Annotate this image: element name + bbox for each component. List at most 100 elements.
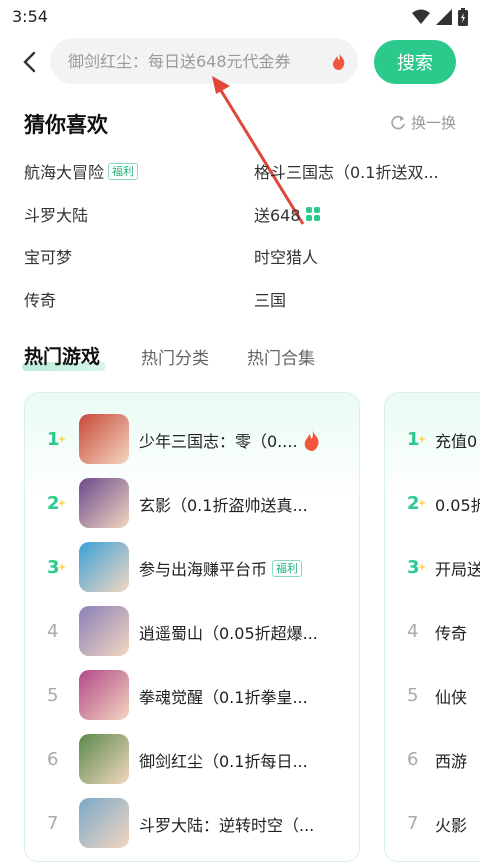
status-icons (412, 8, 468, 26)
game-name: 开局送 (435, 556, 480, 580)
ranking-row[interactable]: 20.05折 (385, 471, 480, 535)
rank-number: 7 (407, 813, 419, 834)
chevron-left-icon (23, 51, 36, 73)
rank-number: 7 (47, 813, 59, 834)
game-name: 充值0 (435, 428, 477, 452)
ranking-card-secondary: 1充值020.05折3开局送 4 传奇 5 仙侠 6 西游 7 火影 (384, 392, 480, 862)
rank-number: 6 (407, 749, 419, 770)
game-icon (79, 542, 129, 592)
guess-item-label: 三国 (254, 291, 287, 310)
game-name: 0.05折 (435, 492, 480, 516)
ranking-row[interactable]: 7 火影 (385, 791, 480, 855)
ranking-row[interactable]: 3 开局送 (385, 535, 480, 599)
guess-item[interactable]: 宝可梦 (24, 244, 72, 268)
guess-item[interactable]: 斗罗大陆 (24, 202, 88, 226)
battery-icon (458, 8, 468, 26)
back-button[interactable] (14, 46, 46, 78)
game-name-text: 斗罗大陆：逆转时空（... (139, 816, 315, 835)
sparkle-icon (418, 499, 426, 507)
game-icon (79, 414, 129, 464)
game-icon (79, 670, 129, 720)
guess-item-label: 时空猎人 (254, 248, 319, 267)
rank-number: 6 (47, 749, 59, 770)
ranking-row[interactable]: 3 参与出海赚平台币 福利 (25, 535, 359, 599)
guess-item-label: 航海大冒险 (24, 163, 105, 182)
ranking-row[interactable]: 6 御剑红尘（0.1折每日... (25, 727, 359, 791)
sparkle-icon (418, 563, 426, 571)
game-name: 仙侠 (435, 684, 467, 708)
ranking-row[interactable]: 1 充值0 (385, 407, 480, 471)
search-button[interactable]: 搜索 (374, 40, 456, 84)
guess-item-label: 送648 (254, 206, 301, 225)
fire-icon (304, 429, 319, 451)
ranking-row[interactable]: 4 传奇 (385, 599, 480, 663)
game-name-text: 充值0 (435, 432, 478, 451)
game-name-text: 西游 (435, 752, 468, 771)
wifi-icon (412, 9, 430, 24)
game-name: 玄影（0.1折盗帅送真... (139, 492, 308, 516)
game-name: 西游 (435, 748, 467, 772)
signal-icon (436, 9, 452, 25)
game-name: 参与出海赚平台币 福利 (139, 556, 303, 580)
sparkle-icon (418, 435, 426, 443)
ranking-row[interactable]: 1 少年三国志：零（0.... (25, 407, 359, 471)
game-name: 传奇 (435, 620, 467, 644)
ranking-row[interactable]: 4 逍遥蜀山（0.05折超爆... (25, 599, 359, 663)
game-name-text: 参与出海赚平台币 (139, 560, 268, 579)
welfare-badge: 福利 (108, 162, 139, 180)
fire-icon (333, 52, 345, 70)
game-name: 御剑红尘（0.1折每日... (139, 748, 308, 772)
ranking-row[interactable]: 2 玄影（0.1折盗帅送真... (25, 471, 359, 535)
game-name-text: 仙侠 (435, 688, 468, 707)
guess-item[interactable]: 送648 (254, 202, 321, 226)
game-name: 斗罗大陆：逆转时空（... (139, 812, 314, 836)
guess-item-label: 传奇 (24, 291, 57, 310)
tab-hot-games[interactable]: 热门游戏 (24, 342, 100, 369)
game-name-text: 火影 (435, 816, 468, 835)
game-icon (79, 734, 129, 784)
guess-item[interactable]: 时空猎人 (254, 244, 318, 268)
game-name: 逍遥蜀山（0.05折超爆... (139, 620, 318, 644)
rank-number: 5 (47, 685, 59, 706)
ranking-row[interactable]: 5 拳魂觉醒（0.1折拳皇... (25, 663, 359, 727)
game-name-text: 少年三国志：零（0.... (139, 432, 298, 451)
ranking-card-main: 1 少年三国志：零（0.... 2 玄影（0.1折盗帅送真... 3 参与出海赚平台币 福利… (24, 392, 360, 862)
tab-hot-categories[interactable]: 热门分类 (141, 344, 209, 369)
sparkle-icon (58, 435, 66, 443)
refresh-button[interactable]: 换一换 (390, 112, 456, 133)
guess-item[interactable]: 三国 (254, 287, 286, 311)
rank-number: 5 (407, 685, 419, 706)
guess-item-label: 斗罗大陆 (24, 206, 89, 225)
ranking-row[interactable]: 7 斗罗大陆：逆转时空（... (25, 791, 359, 855)
status-bar: 3:54 (0, 0, 480, 34)
clover-icon (305, 207, 320, 221)
guess-item[interactable]: 传奇 (24, 287, 56, 311)
refresh-icon (391, 115, 405, 129)
guess-item[interactable]: 航海大冒险 福利 (24, 159, 139, 183)
welfare-badge: 福利 (272, 559, 303, 577)
game-name: 拳魂觉醒（0.1折拳皇... (139, 684, 308, 708)
status-time: 3:54 (12, 7, 48, 26)
game-icon (79, 798, 129, 848)
game-name: 少年三国志：零（0.... (139, 428, 321, 452)
guess-title: 猜你喜欢 (24, 113, 108, 137)
sparkle-icon (58, 499, 66, 507)
refresh-label: 换一换 (410, 114, 456, 132)
rank-number: 4 (47, 621, 59, 642)
rank-number: 4 (407, 621, 419, 642)
search-input[interactable] (68, 51, 330, 71)
guess-item-label: 格斗三国志（0.1折送双... (254, 163, 439, 182)
game-name-text: 逍遥蜀山（0.05折超爆... (139, 624, 318, 643)
game-name-text: 传奇 (435, 624, 468, 643)
ranking-row[interactable]: 6 西游 (385, 727, 480, 791)
game-icon (79, 478, 129, 528)
tab-hot-collections[interactable]: 热门合集 (247, 344, 315, 369)
game-name: 火影 (435, 812, 467, 836)
game-name-text: 0.05折 (435, 496, 480, 515)
game-icon (79, 606, 129, 656)
guess-item[interactable]: 格斗三国志（0.1折送双... (254, 159, 439, 183)
game-name-text: 拳魂觉醒（0.1折拳皇... (139, 688, 308, 707)
ranking-row[interactable]: 5 仙侠 (385, 663, 480, 727)
game-name-text: 御剑红尘（0.1折每日... (139, 752, 308, 771)
sparkle-icon (58, 563, 66, 571)
